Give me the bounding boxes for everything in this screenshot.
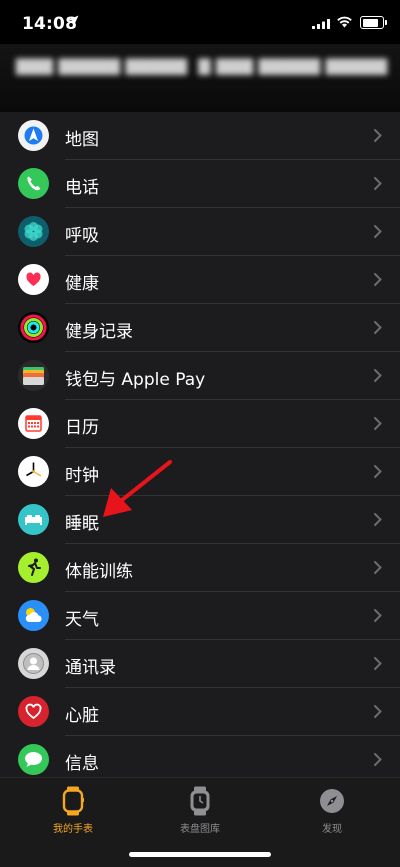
- tab-label: 表盘图库: [180, 824, 220, 835]
- tab-my-watch[interactable]: 我的手表: [28, 786, 118, 835]
- list-item-label: 日历: [65, 418, 99, 438]
- calendar-icon: [18, 408, 49, 439]
- list-item-label: 天气: [65, 610, 99, 630]
- breathe-icon: [18, 216, 49, 247]
- list-item-breathe[interactable]: 呼吸: [0, 208, 400, 256]
- chevron-right-icon: [374, 561, 382, 574]
- health-heart-icon: [18, 264, 49, 295]
- list-item-sleep[interactable]: 睡眠: [0, 496, 400, 544]
- list-item-label: 时钟: [65, 466, 99, 486]
- activity-rings-icon: [18, 312, 49, 343]
- discover-compass-icon: [320, 789, 344, 813]
- list-item-workout[interactable]: 体能训练: [0, 544, 400, 592]
- phone-icon: [18, 168, 49, 199]
- list-item-calendar[interactable]: 日历: [0, 400, 400, 448]
- chevron-right-icon: [374, 225, 382, 238]
- list-item-maps[interactable]: 地图: [0, 112, 400, 160]
- chevron-right-icon: [374, 465, 382, 478]
- blurred-header: ▇▇▇ ▇▇▇▇▇ ▇▇▇▇▇ ▇ ▇▇▇ ▇▇▇▇▇ ▇▇▇▇▇: [0, 44, 400, 112]
- chevron-right-icon: [374, 369, 382, 382]
- blurred-title: ▇▇▇ ▇▇▇▇▇ ▇▇▇▇▇ ▇ ▇▇▇ ▇▇▇▇▇ ▇▇▇▇▇: [16, 56, 388, 75]
- list-item-label: 地图: [65, 130, 99, 150]
- heart-icon: [18, 696, 49, 727]
- list-item-label: 通讯录: [65, 658, 116, 678]
- messages-icon: [18, 744, 49, 775]
- list-item-contacts[interactable]: 通讯录: [0, 640, 400, 688]
- list-item-label: 电话: [65, 178, 99, 198]
- list-item-label: 心脏: [65, 706, 99, 726]
- list-item-label: 信息: [65, 754, 99, 774]
- chevron-right-icon: [374, 753, 382, 766]
- chevron-right-icon: [374, 129, 382, 142]
- list-item-label: 健康: [65, 274, 99, 294]
- clock-icon: [18, 456, 49, 487]
- chevron-right-icon: [374, 657, 382, 670]
- watch-icon: [62, 786, 84, 816]
- face-gallery-icon: [190, 786, 210, 816]
- tab-discover[interactable]: 发现: [287, 786, 377, 835]
- chevron-right-icon: [374, 513, 382, 526]
- location-arrow-icon: [68, 15, 79, 26]
- chevron-right-icon: [374, 273, 382, 286]
- tab-label: 我的手表: [53, 824, 93, 835]
- list-item-label: 呼吸: [65, 226, 99, 246]
- chevron-right-icon: [374, 705, 382, 718]
- tab-face-gallery[interactable]: 表盘图库: [155, 786, 245, 835]
- settings-list[interactable]: 地图 电话 呼吸 健康 健身记录 钱包与 Apple Pay 日历 时钟 睡眠 …: [0, 112, 400, 777]
- home-indicator[interactable]: [129, 852, 271, 857]
- list-item-messages[interactable]: 信息: [0, 736, 400, 777]
- list-item-phone[interactable]: 电话: [0, 160, 400, 208]
- maps-icon: [18, 120, 49, 151]
- list-item-wallet[interactable]: 钱包与 Apple Pay: [0, 352, 400, 400]
- list-item-label: 睡眠: [65, 514, 99, 534]
- chevron-right-icon: [374, 177, 382, 190]
- battery-icon: [360, 16, 387, 29]
- chevron-right-icon: [374, 417, 382, 430]
- wifi-icon: [337, 16, 352, 28]
- workout-runner-icon: [18, 552, 49, 583]
- cellular-signal-icon: [312, 19, 330, 29]
- contacts-icon: [18, 648, 49, 679]
- list-item-label: 钱包与 Apple Pay: [65, 370, 206, 390]
- chevron-right-icon: [374, 609, 382, 622]
- list-item-label: 健身记录: [65, 322, 133, 342]
- wallet-icon: [18, 360, 49, 391]
- weather-icon: [18, 600, 49, 631]
- list-item-heart[interactable]: 心脏: [0, 688, 400, 736]
- status-bar: 14:08: [0, 0, 400, 44]
- list-item-weather[interactable]: 天气: [0, 592, 400, 640]
- list-item-activity[interactable]: 健身记录: [0, 304, 400, 352]
- tab-label: 发现: [322, 824, 342, 835]
- list-item-label: 体能训练: [65, 562, 133, 582]
- chevron-right-icon: [374, 321, 382, 334]
- list-item-health[interactable]: 健康: [0, 256, 400, 304]
- sleep-bed-icon: [18, 504, 49, 535]
- list-item-clock[interactable]: 时钟: [0, 448, 400, 496]
